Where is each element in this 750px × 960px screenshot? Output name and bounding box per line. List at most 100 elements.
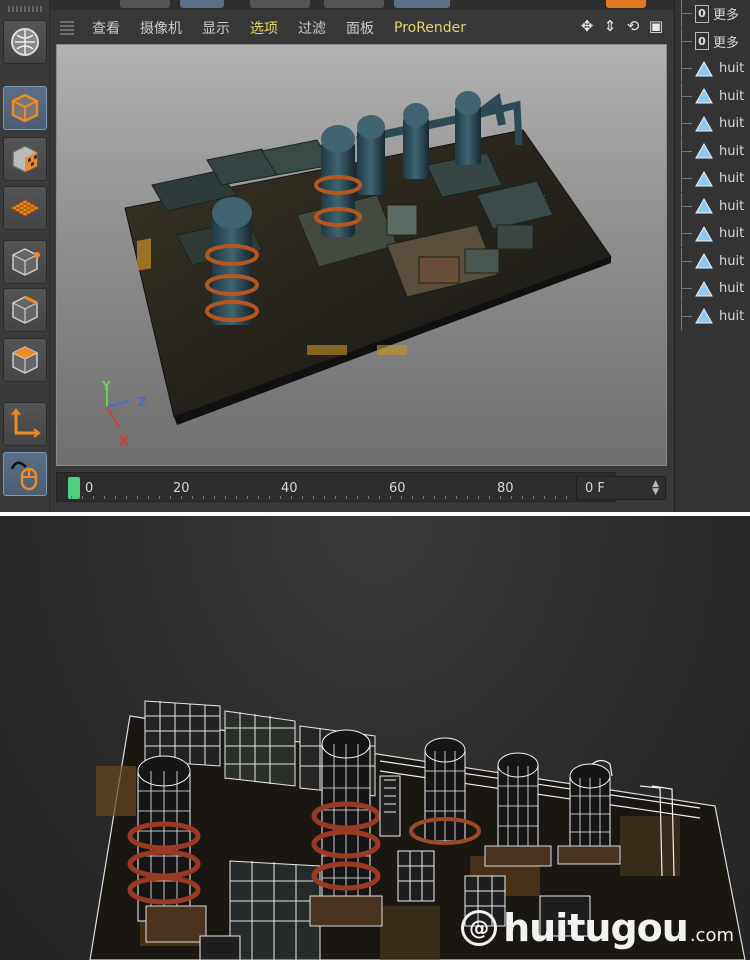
points-mode-icon (12, 248, 40, 276)
menu-cameras[interactable]: 摄像机 (140, 18, 182, 38)
object-label: huit (719, 88, 745, 104)
tree-connector (681, 110, 695, 137)
tank-with-rings (205, 197, 259, 325)
mouse-tool-button[interactable] (3, 452, 47, 496)
view-mode-button[interactable] (3, 20, 47, 64)
object-row[interactable]: 0 更多 (675, 27, 750, 55)
timeline-tick: 80 (497, 481, 514, 496)
polygon-icon (695, 170, 713, 186)
top-toolbar-strip (50, 0, 674, 10)
polygon-icon (695, 253, 713, 269)
object-row[interactable]: 0 更多 (675, 0, 750, 27)
object-label: huit (719, 226, 745, 241)
object-row[interactable]: huit (675, 55, 750, 82)
top-strip-button[interactable] (324, 0, 384, 8)
cube-object-icon (11, 93, 39, 123)
texture-mode-button[interactable] (3, 137, 47, 181)
object-label: 更多 (713, 35, 740, 51)
menu-view[interactable]: 查看 (92, 18, 120, 38)
timeline-tick: 40 (281, 481, 298, 496)
object-manager: 0 更多 0 更多 huit huit huit huit huit huit huit huit hu… (674, 0, 750, 512)
toolbar-grip[interactable] (8, 6, 44, 12)
tank (455, 91, 481, 165)
cube-object-button[interactable] (3, 86, 47, 130)
tree-connector (681, 27, 695, 55)
tree-connector (681, 137, 695, 165)
object-label: huit (719, 61, 745, 76)
wireframe-model (89, 700, 746, 960)
timeline-tick: 0 (85, 481, 94, 496)
watermark-domain: .com (689, 924, 734, 946)
current-frame-field[interactable]: 0 F ▲ ▼ (576, 476, 666, 500)
top-strip-button[interactable] (250, 0, 310, 8)
object-label: huit (719, 116, 745, 131)
polygons-mode-icon (12, 346, 38, 374)
tree-connector (681, 0, 695, 27)
tank-with-rings (314, 125, 362, 237)
tree-connector (681, 302, 695, 330)
left-toolbar (0, 0, 50, 512)
object-label: huit (719, 143, 745, 159)
polygons-mode-button[interactable] (3, 338, 47, 382)
object-row[interactable]: huit (675, 302, 750, 330)
c4d-window: 查看 摄像机 显示 选项 过滤 面板 ProRender ✥ ⇕ ⟲ ▣ Y Z… (0, 0, 750, 512)
zoom-view-icon[interactable]: ⇕ (600, 16, 620, 36)
wireframe-render: @ huitugou .com (0, 516, 750, 960)
rotate-view-icon[interactable]: ⟲ (623, 16, 643, 36)
top-strip-button[interactable] (394, 0, 450, 8)
object-row[interactable]: huit (675, 110, 750, 137)
menu-display[interactable]: 显示 (202, 18, 230, 38)
axis-z-label: Z (138, 395, 147, 409)
polygon-icon (695, 308, 713, 324)
site-watermark: @ huitugou .com (461, 906, 734, 950)
tree-connector (681, 275, 695, 302)
object-row[interactable]: huit (675, 220, 750, 247)
menubar-grip[interactable] (60, 21, 74, 35)
polygon-icon (695, 225, 713, 241)
3d-viewport[interactable]: Y Z X (56, 44, 667, 466)
watermark-text: huitugou (503, 906, 689, 950)
menu-filter[interactable]: 过滤 (298, 18, 326, 38)
tree-connector (681, 165, 695, 192)
polygon-icon (695, 60, 713, 76)
tree-connector (681, 192, 695, 220)
null-icon: 0 (695, 32, 709, 50)
frame-spinner-icon[interactable]: ▲ ▼ (652, 480, 659, 497)
grid-plane-icon (9, 199, 41, 217)
top-strip-button[interactable] (180, 0, 224, 8)
viewport-panel: 查看 摄像机 显示 选项 过滤 面板 ProRender ✥ ⇕ ⟲ ▣ Y Z… (50, 0, 674, 512)
points-mode-button[interactable] (3, 240, 47, 284)
tree-connector (681, 82, 695, 110)
tank (403, 103, 429, 179)
object-row[interactable]: huit (675, 275, 750, 302)
wire-building (224, 710, 296, 787)
tree-connector (681, 220, 695, 247)
object-row[interactable]: huit (675, 247, 750, 275)
object-row[interactable]: huit (675, 137, 750, 165)
object-row[interactable]: huit (675, 165, 750, 192)
object-row[interactable]: huit (675, 82, 750, 110)
timeline-tick: 60 (389, 481, 406, 496)
object-row[interactable]: huit (675, 192, 750, 220)
axis-mode-button[interactable] (3, 402, 47, 446)
factory-model-render (106, 91, 612, 428)
menu-options[interactable]: 选项 (250, 18, 278, 38)
workplane-button[interactable] (3, 186, 47, 230)
toggle-layout-icon[interactable]: ▣ (646, 16, 666, 36)
viewport-menubar: 查看 摄像机 显示 选项 过滤 面板 ProRender (50, 12, 668, 44)
edges-mode-button[interactable] (3, 288, 47, 332)
top-strip-button[interactable] (120, 0, 170, 8)
menu-prorender[interactable]: ProRender (394, 20, 466, 36)
menu-panel[interactable]: 面板 (346, 18, 374, 38)
polygon-icon (695, 115, 713, 131)
top-strip-button[interactable] (606, 0, 646, 8)
mouse-tool-icon (10, 461, 38, 491)
timeline-ruler[interactable]: 0 20 40 60 80 (56, 472, 616, 502)
object-label: huit (719, 198, 745, 214)
move-view-icon[interactable]: ✥ (577, 16, 597, 36)
polygon-icon (695, 88, 713, 104)
object-label: 更多 (713, 8, 740, 23)
tree-connector (681, 55, 695, 82)
object-label: huit (719, 171, 745, 186)
timeline-tick: 20 (173, 481, 190, 496)
